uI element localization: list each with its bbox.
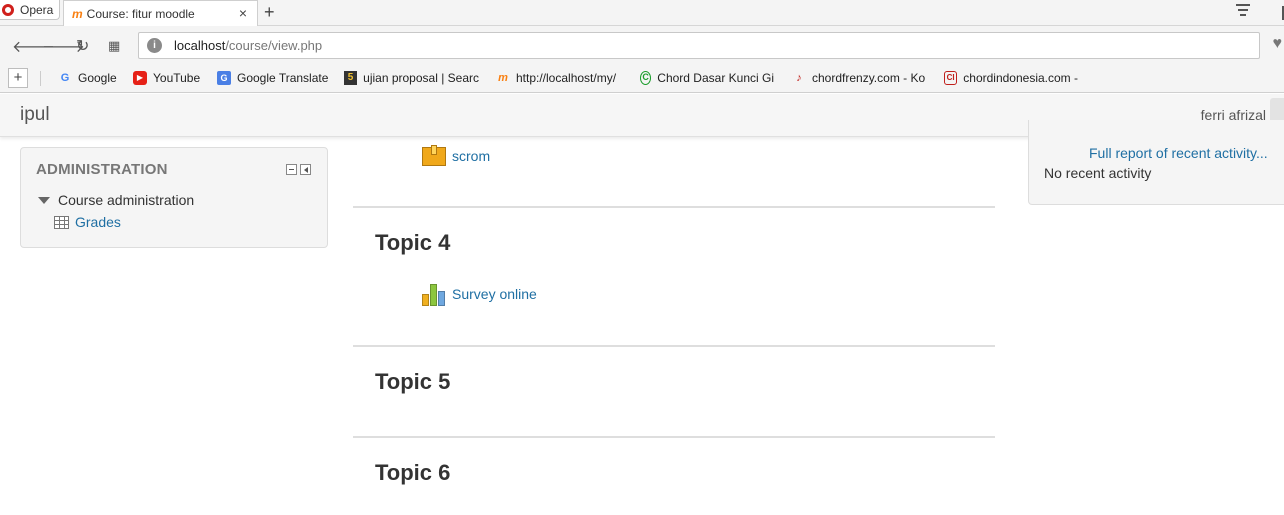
- reload-icon[interactable]: ↻: [76, 36, 89, 56]
- opera-menu-button[interactable]: Opera: [0, 0, 60, 20]
- add-bookmark-button[interactable]: +: [8, 68, 28, 88]
- expand-triangle-icon: [38, 196, 50, 204]
- url-path: /course/view.php: [225, 38, 323, 53]
- opera-logo-icon: [2, 3, 14, 16]
- scorm-package-icon: [422, 145, 446, 167]
- browser-nav-bar: 🡐 🡒 ↻ ▦ i localhost/course/view.php ♥: [0, 26, 1284, 64]
- new-tab-button[interactable]: +: [264, 2, 275, 23]
- bookmark-ujian-proposal[interactable]: 5 ujian proposal | Searc: [344, 71, 479, 85]
- tab-title: Course: fitur moodle: [86, 6, 195, 21]
- section-divider: [353, 345, 995, 347]
- guitar-icon: ♪: [796, 72, 802, 84]
- heart-icon[interactable]: ♥: [1273, 35, 1283, 53]
- bookmark-label: Chord Dasar Kunci Gi: [657, 71, 774, 85]
- address-bar[interactable]: i localhost/course/view.php: [138, 32, 1260, 59]
- bookmark-label: Google: [78, 71, 117, 85]
- dock-block-icon[interactable]: [300, 164, 311, 175]
- bookmark-chordindonesia[interactable]: CI chordindonesia.com -: [944, 71, 1078, 85]
- administration-block: ADMINISTRATION Course administration Gra…: [20, 147, 328, 248]
- survey-chart-icon: [422, 282, 446, 306]
- grades-table-icon: [54, 215, 69, 229]
- google-translate-icon: G: [217, 71, 231, 85]
- course-administration-label: Course administration: [58, 192, 195, 208]
- bookmark-google[interactable]: G Google: [58, 71, 117, 85]
- bookmark-label: chordfrenzy.com - Ko: [812, 71, 926, 85]
- topic-heading: Topic 5: [375, 369, 451, 394]
- full-report-link[interactable]: Full report of recent activity...: [1089, 145, 1268, 161]
- site-brand-link[interactable]: ipul: [20, 104, 50, 126]
- bookmark-label: chordindonesia.com -: [963, 71, 1078, 85]
- activity-name: Survey online: [452, 286, 537, 302]
- block-title: ADMINISTRATION: [36, 161, 168, 178]
- course-administration-node[interactable]: Course administration: [38, 192, 194, 208]
- topic-heading: Topic 4: [375, 230, 451, 255]
- youtube-icon: ▶: [133, 71, 147, 85]
- bookmark-label: Google Translate: [237, 71, 329, 85]
- tab-close-icon[interactable]: ×: [239, 5, 247, 21]
- bookmark-label: YouTube: [153, 71, 201, 85]
- tab-menu-icon[interactable]: [1236, 4, 1250, 19]
- tab-course[interactable]: m Course: fitur moodle ×: [63, 0, 258, 26]
- grades-link[interactable]: Grades: [54, 214, 121, 230]
- bookmark-label: http://localhost/my/: [516, 71, 617, 85]
- recent-activity-block: Full report of recent activity... No rec…: [1028, 120, 1284, 205]
- bookmark-localhost-my[interactable]: m http://localhost/my/: [496, 71, 616, 85]
- opera-menu-label: Opera: [20, 2, 54, 17]
- section-divider: [353, 206, 995, 208]
- section-divider: [353, 436, 995, 438]
- speed-dial-icon[interactable]: ▦: [108, 38, 120, 54]
- copyright-icon: C: [640, 71, 652, 85]
- url-host: localhost: [174, 38, 226, 53]
- bookmark-chordfrenzy[interactable]: ♪ chordfrenzy.com - Ko: [792, 71, 926, 85]
- bookmark-label: ujian proposal | Searc: [363, 71, 479, 85]
- no-recent-activity-text: No recent activity: [1044, 165, 1152, 181]
- scorm-activity-link[interactable]: scrom: [422, 145, 490, 167]
- bookmarks-divider: [40, 71, 41, 86]
- bookmarks-bar: + G Google ▶ YouTube G Google Translate …: [0, 64, 1284, 93]
- topic-heading: Topic 6: [375, 460, 451, 485]
- bookmark-google-translate[interactable]: G Google Translate: [217, 71, 328, 85]
- browser-tab-bar: Opera m Course: fitur moodle × +: [0, 0, 1284, 26]
- activity-name: scrom: [452, 148, 491, 164]
- minimize-block-icon[interactable]: [286, 164, 297, 175]
- moodle-favicon-icon: m: [72, 6, 83, 21]
- ci-icon: CI: [944, 71, 958, 85]
- survey-activity-link[interactable]: Survey online: [422, 282, 537, 306]
- moodle-icon: m: [498, 72, 508, 84]
- bookmark-youtube[interactable]: ▶ YouTube: [133, 71, 200, 85]
- bookmark-chord-dasar[interactable]: C Chord Dasar Kunci Gi: [640, 71, 774, 85]
- bookmark-5-icon: 5: [344, 71, 358, 85]
- site-info-icon[interactable]: i: [147, 38, 162, 53]
- grades-label: Grades: [75, 214, 121, 230]
- google-icon: G: [60, 72, 70, 84]
